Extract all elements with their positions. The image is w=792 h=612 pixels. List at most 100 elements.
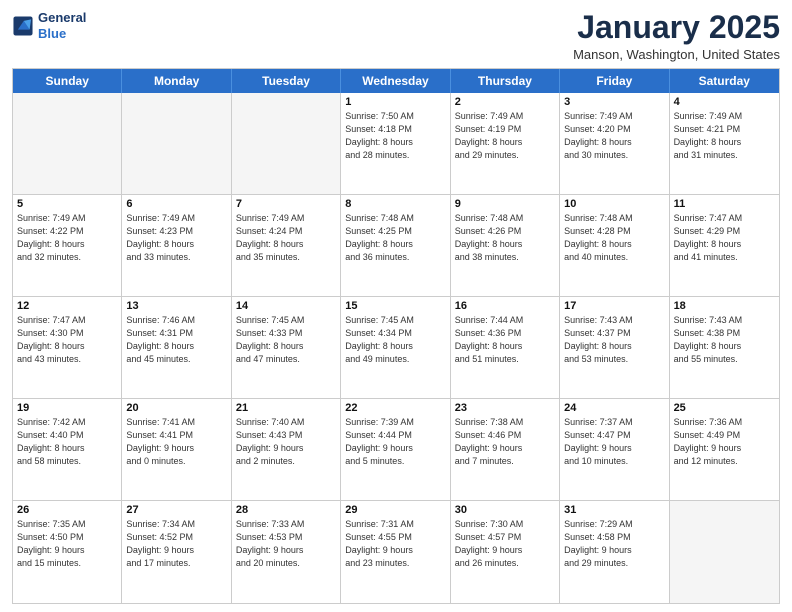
calendar-cell: 5Sunrise: 7:49 AM Sunset: 4:22 PM Daylig… bbox=[13, 195, 122, 296]
day-info: Sunrise: 7:49 AM Sunset: 4:19 PM Dayligh… bbox=[455, 110, 555, 162]
day-info: Sunrise: 7:48 AM Sunset: 4:25 PM Dayligh… bbox=[345, 212, 445, 264]
day-number: 1 bbox=[345, 96, 445, 108]
calendar-body: 1 Sunrise: 7:50 AM Sunset: 4:18 PM Daylig… bbox=[13, 93, 779, 603]
day-number: 6 bbox=[126, 198, 226, 210]
day-number: 20 bbox=[126, 402, 226, 414]
month-title: January 2025 bbox=[573, 10, 780, 45]
day-number: 30 bbox=[455, 504, 555, 516]
day-info: Sunrise: 7:49 AM Sunset: 4:20 PM Dayligh… bbox=[564, 110, 664, 162]
calendar-cell: 6 Sunrise: 7:49 AM Sunset: 4:23 PM Daylig… bbox=[122, 195, 231, 296]
day-info: Sunrise: 7:50 AM Sunset: 4:18 PM Dayligh… bbox=[345, 110, 445, 162]
calendar-cell: 29 Sunrise: 7:31 AM Sunset: 4:55 PM Dayli… bbox=[341, 501, 450, 603]
calendar-header: SundayMondayTuesdayWednesdayThursdayFrid… bbox=[13, 69, 779, 93]
day-info: Sunrise: 7:36 AM Sunset: 4:49 PM Dayligh… bbox=[674, 416, 775, 468]
day-number: 7 bbox=[236, 198, 336, 210]
calendar-cell: 21 Sunrise: 7:40 AM Sunset: 4:43 PM Dayli… bbox=[232, 399, 341, 500]
day-number: 31 bbox=[564, 504, 664, 516]
day-number: 4 bbox=[674, 96, 775, 108]
day-number: 29 bbox=[345, 504, 445, 516]
day-info: Sunrise: 7:49 AM Sunset: 4:23 PM Dayligh… bbox=[126, 212, 226, 264]
calendar-cell: 25 Sunrise: 7:36 AM Sunset: 4:49 PM Dayli… bbox=[670, 399, 779, 500]
weekday-header: Monday bbox=[122, 69, 231, 93]
day-info: Sunrise: 7:41 AM Sunset: 4:41 PM Dayligh… bbox=[126, 416, 226, 468]
day-number: 8 bbox=[345, 198, 445, 210]
day-number: 24 bbox=[564, 402, 664, 414]
weekday-header: Sunday bbox=[13, 69, 122, 93]
calendar-cell: 27 Sunrise: 7:34 AM Sunset: 4:52 PM Dayli… bbox=[122, 501, 231, 603]
header-right: January 2025 Manson, Washington, United … bbox=[573, 10, 780, 62]
day-info: Sunrise: 7:31 AM Sunset: 4:55 PM Dayligh… bbox=[345, 518, 445, 570]
day-number: 15 bbox=[345, 300, 445, 312]
calendar-cell: 15 Sunrise: 7:45 AM Sunset: 4:34 PM Dayli… bbox=[341, 297, 450, 398]
calendar-cell bbox=[13, 93, 122, 194]
day-number: 23 bbox=[455, 402, 555, 414]
day-number: 27 bbox=[126, 504, 226, 516]
calendar-cell: 23 Sunrise: 7:38 AM Sunset: 4:46 PM Dayli… bbox=[451, 399, 560, 500]
calendar-row: 5Sunrise: 7:49 AM Sunset: 4:22 PM Daylig… bbox=[13, 195, 779, 297]
day-number: 10 bbox=[564, 198, 664, 210]
calendar-cell bbox=[670, 501, 779, 603]
day-info: Sunrise: 7:49 AM Sunset: 4:22 PM Dayligh… bbox=[17, 212, 117, 264]
day-number: 2 bbox=[455, 96, 555, 108]
day-info: Sunrise: 7:48 AM Sunset: 4:26 PM Dayligh… bbox=[455, 212, 555, 264]
logo-icon bbox=[12, 15, 34, 37]
weekday-header: Tuesday bbox=[232, 69, 341, 93]
day-number: 14 bbox=[236, 300, 336, 312]
calendar-cell: 1 Sunrise: 7:50 AM Sunset: 4:18 PM Daylig… bbox=[341, 93, 450, 194]
calendar-cell: 2 Sunrise: 7:49 AM Sunset: 4:19 PM Daylig… bbox=[451, 93, 560, 194]
day-number: 22 bbox=[345, 402, 445, 414]
day-number: 17 bbox=[564, 300, 664, 312]
calendar-cell: 3 Sunrise: 7:49 AM Sunset: 4:20 PM Daylig… bbox=[560, 93, 669, 194]
calendar-cell: 12Sunrise: 7:47 AM Sunset: 4:30 PM Dayli… bbox=[13, 297, 122, 398]
calendar-cell: 8 Sunrise: 7:48 AM Sunset: 4:25 PM Daylig… bbox=[341, 195, 450, 296]
calendar-cell: 10 Sunrise: 7:48 AM Sunset: 4:28 PM Dayli… bbox=[560, 195, 669, 296]
day-info: Sunrise: 7:33 AM Sunset: 4:53 PM Dayligh… bbox=[236, 518, 336, 570]
calendar-row: 26Sunrise: 7:35 AM Sunset: 4:50 PM Dayli… bbox=[13, 501, 779, 603]
calendar-cell: 19Sunrise: 7:42 AM Sunset: 4:40 PM Dayli… bbox=[13, 399, 122, 500]
day-info: Sunrise: 7:49 AM Sunset: 4:24 PM Dayligh… bbox=[236, 212, 336, 264]
day-info: Sunrise: 7:42 AM Sunset: 4:40 PM Dayligh… bbox=[17, 416, 117, 468]
calendar-cell: 20 Sunrise: 7:41 AM Sunset: 4:41 PM Dayli… bbox=[122, 399, 231, 500]
day-number: 25 bbox=[674, 402, 775, 414]
day-info: Sunrise: 7:44 AM Sunset: 4:36 PM Dayligh… bbox=[455, 314, 555, 366]
calendar-cell: 14 Sunrise: 7:45 AM Sunset: 4:33 PM Dayli… bbox=[232, 297, 341, 398]
calendar-cell: 18Sunrise: 7:43 AM Sunset: 4:38 PM Dayli… bbox=[670, 297, 779, 398]
location: Manson, Washington, United States bbox=[573, 47, 780, 62]
day-info: Sunrise: 7:30 AM Sunset: 4:57 PM Dayligh… bbox=[455, 518, 555, 570]
day-number: 16 bbox=[455, 300, 555, 312]
day-info: Sunrise: 7:45 AM Sunset: 4:33 PM Dayligh… bbox=[236, 314, 336, 366]
day-number: 21 bbox=[236, 402, 336, 414]
day-info: Sunrise: 7:46 AM Sunset: 4:31 PM Dayligh… bbox=[126, 314, 226, 366]
calendar-cell: 11Sunrise: 7:47 AM Sunset: 4:29 PM Dayli… bbox=[670, 195, 779, 296]
day-info: Sunrise: 7:40 AM Sunset: 4:43 PM Dayligh… bbox=[236, 416, 336, 468]
weekday-header: Saturday bbox=[670, 69, 779, 93]
day-number: 3 bbox=[564, 96, 664, 108]
day-info: Sunrise: 7:39 AM Sunset: 4:44 PM Dayligh… bbox=[345, 416, 445, 468]
day-info: Sunrise: 7:35 AM Sunset: 4:50 PM Dayligh… bbox=[17, 518, 117, 570]
weekday-header: Friday bbox=[560, 69, 669, 93]
calendar-cell: 28 Sunrise: 7:33 AM Sunset: 4:53 PM Dayli… bbox=[232, 501, 341, 603]
page: General Blue January 2025 Manson, Washin… bbox=[0, 0, 792, 612]
calendar-cell: 7 Sunrise: 7:49 AM Sunset: 4:24 PM Daylig… bbox=[232, 195, 341, 296]
day-info: Sunrise: 7:48 AM Sunset: 4:28 PM Dayligh… bbox=[564, 212, 664, 264]
day-number: 13 bbox=[126, 300, 226, 312]
calendar-row: 1 Sunrise: 7:50 AM Sunset: 4:18 PM Daylig… bbox=[13, 93, 779, 195]
day-number: 28 bbox=[236, 504, 336, 516]
logo-text: General Blue bbox=[38, 10, 86, 41]
calendar-cell: 9Sunrise: 7:48 AM Sunset: 4:26 PM Daylig… bbox=[451, 195, 560, 296]
calendar-cell bbox=[232, 93, 341, 194]
calendar-cell: 24 Sunrise: 7:37 AM Sunset: 4:47 PM Dayli… bbox=[560, 399, 669, 500]
day-info: Sunrise: 7:49 AM Sunset: 4:21 PM Dayligh… bbox=[674, 110, 775, 162]
calendar-cell: 16 Sunrise: 7:44 AM Sunset: 4:36 PM Dayli… bbox=[451, 297, 560, 398]
day-info: Sunrise: 7:43 AM Sunset: 4:37 PM Dayligh… bbox=[564, 314, 664, 366]
day-info: Sunrise: 7:45 AM Sunset: 4:34 PM Dayligh… bbox=[345, 314, 445, 366]
day-info: Sunrise: 7:38 AM Sunset: 4:46 PM Dayligh… bbox=[455, 416, 555, 468]
weekday-header: Wednesday bbox=[341, 69, 450, 93]
calendar: SundayMondayTuesdayWednesdayThursdayFrid… bbox=[12, 68, 780, 604]
day-info: Sunrise: 7:37 AM Sunset: 4:47 PM Dayligh… bbox=[564, 416, 664, 468]
logo: General Blue bbox=[12, 10, 86, 41]
day-info: Sunrise: 7:43 AM Sunset: 4:38 PM Dayligh… bbox=[674, 314, 775, 366]
header: General Blue January 2025 Manson, Washin… bbox=[12, 10, 780, 62]
calendar-cell: 4 Sunrise: 7:49 AM Sunset: 4:21 PM Daylig… bbox=[670, 93, 779, 194]
day-info: Sunrise: 7:34 AM Sunset: 4:52 PM Dayligh… bbox=[126, 518, 226, 570]
